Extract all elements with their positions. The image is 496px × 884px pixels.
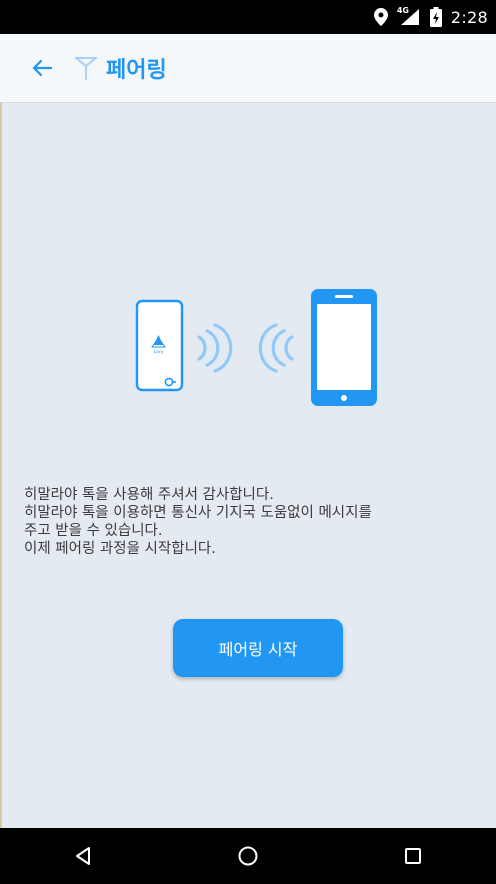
phone-icon — [311, 289, 377, 406]
nav-back-button[interactable] — [53, 828, 113, 884]
welcome-message: 히말라야 톡을 사용해 주셔서 감사합니다. 히말라야 톡을 이용하면 통신사 … — [24, 487, 372, 557]
location-icon — [373, 8, 388, 26]
signal-waves-in-icon — [258, 323, 294, 373]
page-title: 페어링 — [106, 58, 167, 83]
recents-square-icon — [405, 848, 422, 864]
app-bar: 페어링 — [0, 34, 496, 103]
battery-charging-icon — [429, 7, 442, 27]
antenna-icon — [75, 57, 97, 80]
signal-waves-out-icon — [197, 323, 233, 373]
back-triangle-icon — [75, 847, 90, 865]
pairing-illustration: Lory — [135, 289, 377, 406]
signal-icon: 4G — [397, 6, 421, 27]
start-pairing-button[interactable]: 페어링 시작 — [173, 619, 343, 677]
device-logo-text: Lory — [154, 349, 164, 355]
status-bar: 4G 2:28 — [0, 0, 496, 34]
back-arrow-icon — [32, 59, 52, 77]
home-circle-icon — [238, 846, 258, 866]
divider — [0, 102, 2, 828]
device-icon: Lory — [135, 299, 184, 392]
nav-recents-button[interactable] — [383, 828, 443, 884]
clock: 2:28 — [450, 7, 488, 27]
back-button[interactable] — [28, 54, 56, 82]
nav-home-button[interactable] — [218, 828, 278, 884]
navigation-bar — [0, 828, 496, 884]
